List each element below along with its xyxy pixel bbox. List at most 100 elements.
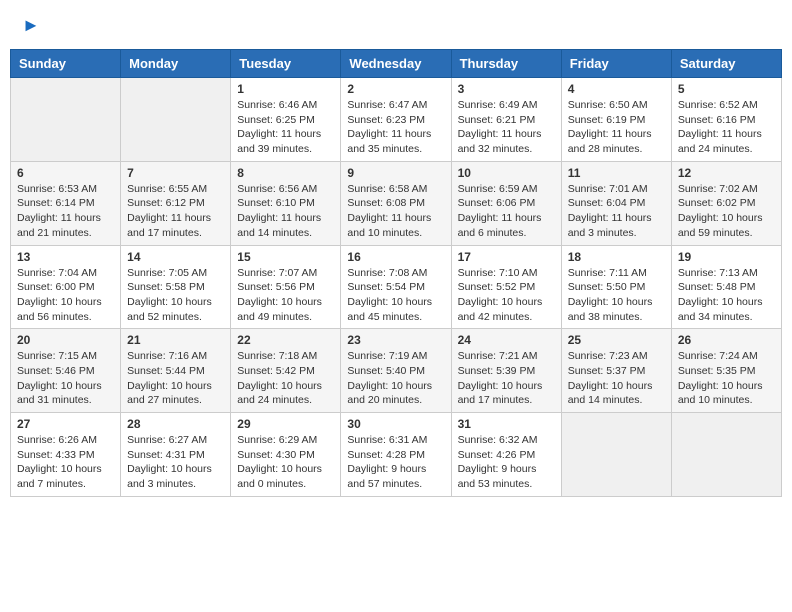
day-number: 17 <box>458 250 555 264</box>
calendar-cell <box>121 78 231 162</box>
calendar-cell: 7 Sunrise: 6:55 AMSunset: 6:12 PMDaylight… <box>121 161 231 245</box>
calendar-cell <box>11 78 121 162</box>
calendar-week-row: 1Sunrise: 6:46 AMSunset: 6:25 PMDaylight… <box>11 78 782 162</box>
day-info: Sunrise: 6:29 AMSunset: 4:30 PMDaylight:… <box>237 433 334 492</box>
calendar-cell: 24Sunrise: 7:21 AMSunset: 5:39 PMDayligh… <box>451 329 561 413</box>
day-number: 24 <box>458 333 555 347</box>
day-number: 25 <box>568 333 665 347</box>
calendar-cell: 15 Sunrise: 7:07 AMSunset: 5:56 PMDayligh… <box>231 245 341 329</box>
day-info: Sunrise: 7:18 AMSunset: 5:42 PMDaylight:… <box>237 349 334 408</box>
calendar-cell: 25 Sunrise: 7:23 AMSunset: 5:37 PMDayligh… <box>561 329 671 413</box>
day-number: 21 <box>127 333 224 347</box>
day-info: Sunrise: 7:23 AMSunset: 5:37 PMDaylight:… <box>568 349 665 408</box>
calendar-cell <box>671 413 781 497</box>
day-info: Sunrise: 6:56 AMSunset: 6:10 PMDaylight:… <box>237 182 334 241</box>
weekday-header-saturday: Saturday <box>671 50 781 78</box>
calendar-cell: 2 Sunrise: 6:47 AMSunset: 6:23 PMDaylight… <box>341 78 451 162</box>
day-info: Sunrise: 6:32 AMSunset: 4:26 PMDaylight:… <box>458 433 555 492</box>
day-info: Sunrise: 7:04 AMSunset: 6:00 PMDaylight:… <box>17 266 114 325</box>
calendar-cell <box>561 413 671 497</box>
calendar-cell: 18 Sunrise: 7:11 AMSunset: 5:50 PMDayligh… <box>561 245 671 329</box>
day-info: Sunrise: 6:50 AMSunset: 6:19 PMDaylight:… <box>568 98 665 157</box>
day-info: Sunrise: 6:27 AMSunset: 4:31 PMDaylight:… <box>127 433 224 492</box>
day-number: 18 <box>568 250 665 264</box>
calendar-week-row: 27 Sunrise: 6:26 AMSunset: 4:33 PMDayligh… <box>11 413 782 497</box>
day-number: 6 <box>17 166 114 180</box>
calendar-cell: 1Sunrise: 6:46 AMSunset: 6:25 PMDaylight… <box>231 78 341 162</box>
day-info: Sunrise: 6:53 AMSunset: 6:14 PMDaylight:… <box>17 182 114 241</box>
day-number: 23 <box>347 333 444 347</box>
weekday-header-friday: Friday <box>561 50 671 78</box>
calendar-cell: 14 Sunrise: 7:05 AMSunset: 5:58 PMDayligh… <box>121 245 231 329</box>
day-info: Sunrise: 6:26 AMSunset: 4:33 PMDaylight:… <box>17 433 114 492</box>
day-number: 20 <box>17 333 114 347</box>
day-number: 7 <box>127 166 224 180</box>
day-number: 13 <box>17 250 114 264</box>
day-info: Sunrise: 6:52 AMSunset: 6:16 PMDaylight:… <box>678 98 775 157</box>
calendar-cell: 26Sunrise: 7:24 AMSunset: 5:35 PMDayligh… <box>671 329 781 413</box>
day-number: 4 <box>568 82 665 96</box>
day-number: 12 <box>678 166 775 180</box>
calendar-cell: 31 Sunrise: 6:32 AMSunset: 4:26 PMDayligh… <box>451 413 561 497</box>
weekday-header-tuesday: Tuesday <box>231 50 341 78</box>
day-info: Sunrise: 7:11 AMSunset: 5:50 PMDaylight:… <box>568 266 665 325</box>
day-info: Sunrise: 7:05 AMSunset: 5:58 PMDaylight:… <box>127 266 224 325</box>
day-number: 28 <box>127 417 224 431</box>
weekday-header-monday: Monday <box>121 50 231 78</box>
day-info: Sunrise: 7:10 AMSunset: 5:52 PMDaylight:… <box>458 266 555 325</box>
day-info: Sunrise: 7:08 AMSunset: 5:54 PMDaylight:… <box>347 266 444 325</box>
calendar-cell: 21 Sunrise: 7:16 AMSunset: 5:44 PMDayligh… <box>121 329 231 413</box>
day-number: 30 <box>347 417 444 431</box>
day-number: 10 <box>458 166 555 180</box>
day-number: 29 <box>237 417 334 431</box>
day-info: Sunrise: 7:19 AMSunset: 5:40 PMDaylight:… <box>347 349 444 408</box>
day-number: 2 <box>347 82 444 96</box>
weekday-header-sunday: Sunday <box>11 50 121 78</box>
day-info: Sunrise: 7:15 AMSunset: 5:46 PMDaylight:… <box>17 349 114 408</box>
calendar-cell: 30 Sunrise: 6:31 AMSunset: 4:28 PMDayligh… <box>341 413 451 497</box>
calendar-cell: 5 Sunrise: 6:52 AMSunset: 6:16 PMDaylight… <box>671 78 781 162</box>
calendar-cell: 10 Sunrise: 6:59 AMSunset: 6:06 PMDayligh… <box>451 161 561 245</box>
calendar-table: SundayMondayTuesdayWednesdayThursdayFrid… <box>10 49 782 497</box>
day-info: Sunrise: 7:16 AMSunset: 5:44 PMDaylight:… <box>127 349 224 408</box>
calendar-cell: 27 Sunrise: 6:26 AMSunset: 4:33 PMDayligh… <box>11 413 121 497</box>
day-info: Sunrise: 6:49 AMSunset: 6:21 PMDaylight:… <box>458 98 555 157</box>
calendar-cell: 12 Sunrise: 7:02 AMSunset: 6:02 PMDayligh… <box>671 161 781 245</box>
weekday-header-wednesday: Wednesday <box>341 50 451 78</box>
logo: ► <box>20 15 40 36</box>
day-info: Sunrise: 7:07 AMSunset: 5:56 PMDaylight:… <box>237 266 334 325</box>
day-number: 14 <box>127 250 224 264</box>
day-info: Sunrise: 6:47 AMSunset: 6:23 PMDaylight:… <box>347 98 444 157</box>
calendar-cell: 16 Sunrise: 7:08 AMSunset: 5:54 PMDayligh… <box>341 245 451 329</box>
calendar-week-row: 6 Sunrise: 6:53 AMSunset: 6:14 PMDaylight… <box>11 161 782 245</box>
calendar-cell: 22Sunrise: 7:18 AMSunset: 5:42 PMDayligh… <box>231 329 341 413</box>
calendar-cell: 8Sunrise: 6:56 AMSunset: 6:10 PMDaylight… <box>231 161 341 245</box>
weekday-header-thursday: Thursday <box>451 50 561 78</box>
day-number: 16 <box>347 250 444 264</box>
calendar-cell: 6 Sunrise: 6:53 AMSunset: 6:14 PMDaylight… <box>11 161 121 245</box>
day-info: Sunrise: 7:02 AMSunset: 6:02 PMDaylight:… <box>678 182 775 241</box>
calendar-cell: 23 Sunrise: 7:19 AMSunset: 5:40 PMDayligh… <box>341 329 451 413</box>
calendar-week-row: 13 Sunrise: 7:04 AMSunset: 6:00 PMDayligh… <box>11 245 782 329</box>
calendar-cell: 9 Sunrise: 6:58 AMSunset: 6:08 PMDaylight… <box>341 161 451 245</box>
day-info: Sunrise: 6:55 AMSunset: 6:12 PMDaylight:… <box>127 182 224 241</box>
calendar-cell: 4 Sunrise: 6:50 AMSunset: 6:19 PMDaylight… <box>561 78 671 162</box>
day-info: Sunrise: 7:01 AMSunset: 6:04 PMDaylight:… <box>568 182 665 241</box>
calendar-cell: 19Sunrise: 7:13 AMSunset: 5:48 PMDayligh… <box>671 245 781 329</box>
calendar-week-row: 20 Sunrise: 7:15 AMSunset: 5:46 PMDayligh… <box>11 329 782 413</box>
day-info: Sunrise: 6:58 AMSunset: 6:08 PMDaylight:… <box>347 182 444 241</box>
day-number: 31 <box>458 417 555 431</box>
day-number: 9 <box>347 166 444 180</box>
calendar-cell: 3 Sunrise: 6:49 AMSunset: 6:21 PMDaylight… <box>451 78 561 162</box>
day-number: 3 <box>458 82 555 96</box>
day-info: Sunrise: 6:46 AMSunset: 6:25 PMDaylight:… <box>237 98 334 157</box>
logo-bird-icon: ► <box>22 15 40 36</box>
day-info: Sunrise: 6:31 AMSunset: 4:28 PMDaylight:… <box>347 433 444 492</box>
page-header: ► <box>10 10 782 41</box>
day-info: Sunrise: 6:59 AMSunset: 6:06 PMDaylight:… <box>458 182 555 241</box>
day-number: 27 <box>17 417 114 431</box>
day-number: 5 <box>678 82 775 96</box>
day-number: 15 <box>237 250 334 264</box>
calendar-cell: 11Sunrise: 7:01 AMSunset: 6:04 PMDayligh… <box>561 161 671 245</box>
calendar-cell: 29 Sunrise: 6:29 AMSunset: 4:30 PMDayligh… <box>231 413 341 497</box>
